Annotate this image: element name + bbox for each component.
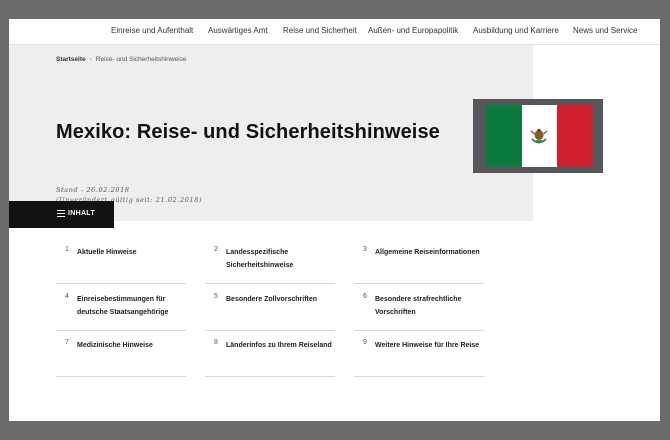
nav-item-ausbildung[interactable]: Ausbildung und Karriere bbox=[473, 26, 559, 35]
stand-date: Stand - 26.02.2018 bbox=[56, 186, 130, 194]
page-title: Mexiko: Reise- und Sicherheitshinweise bbox=[56, 121, 440, 143]
coat-of-arms-icon bbox=[531, 128, 548, 144]
toc-item-9[interactable]: 9 Weitere Hinweise für Ihre Reise bbox=[354, 339, 484, 377]
toc-number: 6 bbox=[363, 293, 367, 300]
toc-number: 8 bbox=[214, 339, 218, 346]
toc-label: Weitere Hinweise für Ihre Reise bbox=[375, 342, 480, 349]
toc-number: 9 bbox=[363, 339, 367, 346]
breadcrumb-home[interactable]: Startseite bbox=[56, 56, 86, 63]
toc-number: 2 bbox=[214, 246, 218, 253]
breadcrumb-separator: › bbox=[89, 56, 92, 63]
toc-item-8[interactable]: 8 Länderinfos zu Ihrem Reiseland bbox=[205, 339, 335, 377]
breadcrumb: Startseite › Reise- und Sicherheitshinweis… bbox=[56, 56, 186, 63]
flag-green-stripe bbox=[486, 105, 522, 167]
toc-label: Landesspezifische Sicherheitshinweise bbox=[226, 249, 294, 269]
flag-red-stripe bbox=[557, 105, 593, 167]
toc-item-5[interactable]: 5 Besondere Zollvorschriften bbox=[205, 293, 335, 331]
toc-item-4[interactable]: 4 Einreisebestimmungen für deutsche Staa… bbox=[56, 293, 186, 331]
toc-item-2[interactable]: 2 Landesspezifische Sicherheitshinweise bbox=[205, 246, 335, 284]
nav-item-einreise[interactable]: Einreise und Aufenthalt bbox=[111, 26, 193, 35]
inhalt-button[interactable]: INHALT bbox=[9, 201, 114, 228]
breadcrumb-current: Reise- und Sicherheitshinweise bbox=[95, 56, 187, 63]
nav-item-auswaertiges-amt[interactable]: Auswärtiges Amt bbox=[208, 26, 268, 35]
nav-item-aussenpolitik[interactable]: Außen- und Europapolitik bbox=[368, 26, 458, 35]
toc-label: Medizinische Hinweise bbox=[77, 342, 153, 349]
nav-item-reise-sicherheit[interactable]: Reise und Sicherheit bbox=[283, 26, 357, 35]
browser-page: Einreise und Aufenthalt Auswärtiges Amt … bbox=[9, 19, 660, 421]
main-navigation: Einreise und Aufenthalt Auswärtiges Amt … bbox=[9, 19, 660, 45]
flag-container bbox=[473, 99, 603, 173]
inhalt-label: INHALT bbox=[68, 210, 95, 217]
toc-item-3[interactable]: 3 Allgemeine Reiseinformationen bbox=[354, 246, 484, 284]
mexico-flag bbox=[486, 105, 593, 167]
toc-label: Aktuelle Hinweise bbox=[77, 249, 137, 256]
flag-white-stripe bbox=[521, 105, 558, 167]
list-icon bbox=[57, 210, 65, 217]
toc-label: Länderinfos zu Ihrem Reiseland bbox=[226, 342, 332, 349]
toc-label: Besondere Zollvorschriften bbox=[226, 296, 318, 303]
toc-number: 7 bbox=[65, 339, 69, 346]
toc-item-6[interactable]: 6 Besondere strafrechtliche Vorschriften bbox=[354, 293, 484, 331]
toc-label: Besondere strafrechtliche Vorschriften bbox=[375, 296, 462, 316]
toc-number: 3 bbox=[363, 246, 367, 253]
toc-number: 4 bbox=[65, 293, 69, 300]
toc-label: Einreisebestimmungen für deutsche Staats… bbox=[77, 296, 169, 316]
toc-number: 1 bbox=[65, 246, 69, 253]
toc-number: 5 bbox=[214, 293, 218, 300]
nav-item-news-service[interactable]: News und Service bbox=[573, 26, 637, 35]
toc-label: Allgemeine Reiseinformationen bbox=[375, 249, 480, 256]
toc-item-1[interactable]: 1 Aktuelle Hinweise bbox=[56, 246, 186, 284]
toc-item-7[interactable]: 7 Medizinische Hinweise bbox=[56, 339, 186, 377]
page-header: Startseite › Reise- und Sicherheitshinweis… bbox=[9, 45, 533, 221]
